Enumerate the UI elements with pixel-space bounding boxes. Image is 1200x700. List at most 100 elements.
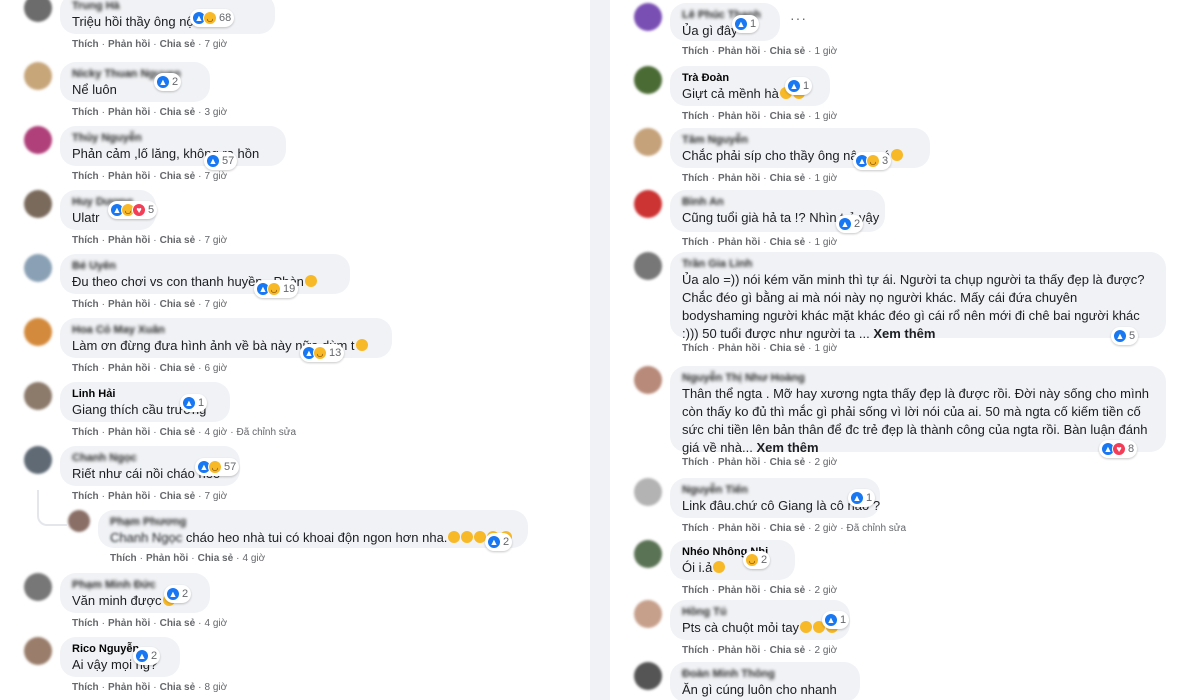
- reply-button[interactable]: Phản hồi: [108, 107, 150, 118]
- avatar[interactable]: [634, 3, 662, 31]
- commenter-name[interactable]: Bình An: [682, 195, 873, 209]
- reaction-count-badge[interactable]: ▲ 1: [848, 489, 876, 507]
- reply-button[interactable]: Phản hồi: [718, 111, 760, 122]
- reaction-count-badge[interactable]: ▲ 2: [836, 215, 864, 233]
- reply-button[interactable]: Phản hồi: [108, 299, 150, 310]
- reaction-count-badge[interactable]: ▲ 1: [732, 15, 760, 33]
- share-button[interactable]: Chia sẻ: [160, 171, 196, 182]
- commenter-name[interactable]: Nguyễn Thị Như Hoàng: [682, 371, 1154, 385]
- reaction-count-badge[interactable]: ▲ 2: [133, 647, 161, 665]
- reply-button[interactable]: Phản hồi: [108, 491, 150, 502]
- comment-timestamp[interactable]: 7 giờ: [205, 299, 228, 310]
- like-button[interactable]: Thích: [682, 645, 709, 656]
- comment-timestamp[interactable]: 4 giờ: [205, 427, 228, 438]
- reply-button[interactable]: Phản hồi: [108, 363, 150, 374]
- reply-button[interactable]: Phản hồi: [146, 553, 188, 564]
- avatar[interactable]: [634, 366, 662, 394]
- like-button[interactable]: Thích: [682, 237, 709, 248]
- comment-timestamp[interactable]: 8 giờ: [205, 682, 228, 693]
- commenter-name[interactable]: Thủy Nguyễn: [72, 131, 274, 145]
- like-button[interactable]: Thích: [110, 553, 137, 564]
- avatar[interactable]: [24, 637, 52, 665]
- like-button[interactable]: Thích: [72, 107, 99, 118]
- reply-button[interactable]: Phản hồi: [718, 46, 760, 57]
- share-button[interactable]: Chia sẻ: [770, 645, 806, 656]
- share-button[interactable]: Chia sẻ: [160, 491, 196, 502]
- reply-button[interactable]: Phản hồi: [718, 523, 760, 534]
- reaction-count-badge[interactable]: ▲ 1: [822, 611, 850, 629]
- commenter-name[interactable]: Hồng Tú: [682, 605, 838, 619]
- avatar[interactable]: [634, 190, 662, 218]
- like-button[interactable]: Thích: [72, 491, 99, 502]
- commenter-name[interactable]: Tâm Nguyễn: [682, 133, 918, 147]
- avatar[interactable]: [24, 254, 52, 282]
- comment-timestamp[interactable]: 2 giờ: [815, 457, 838, 468]
- comment-timestamp[interactable]: 1 giờ: [815, 46, 838, 57]
- reply-button[interactable]: Phản hồi: [108, 618, 150, 629]
- comment-timestamp[interactable]: 3 giờ: [205, 107, 228, 118]
- avatar[interactable]: [634, 540, 662, 568]
- reply-button[interactable]: Phản hồi: [718, 237, 760, 248]
- comment-timestamp[interactable]: 4 giờ: [205, 618, 228, 629]
- reply-button[interactable]: Phản hồi: [718, 343, 760, 354]
- avatar[interactable]: [634, 252, 662, 280]
- reaction-count-badge[interactable]: ▲ 5: [1111, 327, 1139, 345]
- reaction-count-badge[interactable]: ▲ ◡ 68: [190, 9, 235, 27]
- reaction-count-badge[interactable]: ◡ 2: [743, 551, 771, 569]
- comment-timestamp[interactable]: 7 giờ: [205, 491, 228, 502]
- share-button[interactable]: Chia sẻ: [770, 457, 806, 468]
- like-button[interactable]: Thích: [682, 585, 709, 596]
- commenter-name[interactable]: Hoa Cỏ May Xuân: [72, 323, 380, 337]
- commenter-name[interactable]: Đoàn Minh Thông: [682, 667, 848, 681]
- reply-button[interactable]: Phản hồi: [718, 585, 760, 596]
- avatar[interactable]: [634, 662, 662, 690]
- share-button[interactable]: Chia sẻ: [160, 618, 196, 629]
- like-button[interactable]: Thích: [72, 682, 99, 693]
- like-button[interactable]: Thích: [72, 618, 99, 629]
- like-button[interactable]: Thích: [72, 363, 99, 374]
- reaction-count-badge[interactable]: ▲ ◡ 19: [254, 280, 299, 298]
- commenter-name[interactable]: Trung Hà: [72, 0, 263, 13]
- reply-button[interactable]: Phản hồi: [108, 427, 150, 438]
- share-button[interactable]: Chia sẻ: [160, 235, 196, 246]
- comment-timestamp[interactable]: 1 giờ: [815, 343, 838, 354]
- avatar[interactable]: [24, 62, 52, 90]
- like-button[interactable]: Thích: [682, 173, 709, 184]
- see-more-link[interactable]: Xem thêm: [756, 440, 818, 455]
- comment-timestamp[interactable]: 2 giờ: [815, 523, 838, 534]
- avatar[interactable]: [68, 510, 90, 532]
- share-button[interactable]: Chia sẻ: [160, 363, 196, 374]
- commenter-name[interactable]: Nguyễn Tiến: [682, 483, 868, 497]
- share-button[interactable]: Chia sẻ: [770, 523, 806, 534]
- like-button[interactable]: Thích: [682, 111, 709, 122]
- comment-timestamp[interactable]: 1 giờ: [815, 237, 838, 248]
- reply-button[interactable]: Phản hồi: [108, 171, 150, 182]
- reply-button[interactable]: Phản hồi: [718, 645, 760, 656]
- reply-button[interactable]: Phản hồi: [718, 173, 760, 184]
- reply-button[interactable]: Phản hồi: [108, 39, 150, 50]
- reaction-count-badge[interactable]: ▲ ◡ 57: [195, 458, 240, 476]
- like-button[interactable]: Thích: [72, 171, 99, 182]
- share-button[interactable]: Chia sẻ: [160, 427, 196, 438]
- comment-timestamp[interactable]: 1 giờ: [815, 173, 838, 184]
- reaction-count-badge[interactable]: ▲ 2: [154, 73, 182, 91]
- avatar[interactable]: [24, 190, 52, 218]
- reaction-count-badge[interactable]: ▲ ♥ 8: [1099, 440, 1138, 458]
- commenter-name[interactable]: Phạm Phương: [110, 515, 516, 529]
- reply-button[interactable]: Phản hồi: [108, 235, 150, 246]
- comment-timestamp[interactable]: 7 giờ: [205, 171, 228, 182]
- reaction-count-badge[interactable]: ▲ 57: [204, 152, 238, 170]
- share-button[interactable]: Chia sẻ: [160, 299, 196, 310]
- share-button[interactable]: Chia sẻ: [770, 585, 806, 596]
- like-button[interactable]: Thích: [682, 457, 709, 468]
- reaction-count-badge[interactable]: ▲ 1: [180, 394, 208, 412]
- share-button[interactable]: Chia sẻ: [160, 39, 196, 50]
- comment-timestamp[interactable]: 2 giờ: [815, 585, 838, 596]
- reaction-count-badge[interactable]: ▲ 1: [785, 77, 813, 95]
- reaction-count-badge[interactable]: ▲ 2: [485, 533, 513, 551]
- comment-timestamp[interactable]: 6 giờ: [205, 363, 228, 374]
- share-button[interactable]: Chia sẻ: [770, 237, 806, 248]
- avatar[interactable]: [24, 446, 52, 474]
- comment-timestamp[interactable]: 7 giờ: [205, 39, 228, 50]
- share-button[interactable]: Chia sẻ: [770, 111, 806, 122]
